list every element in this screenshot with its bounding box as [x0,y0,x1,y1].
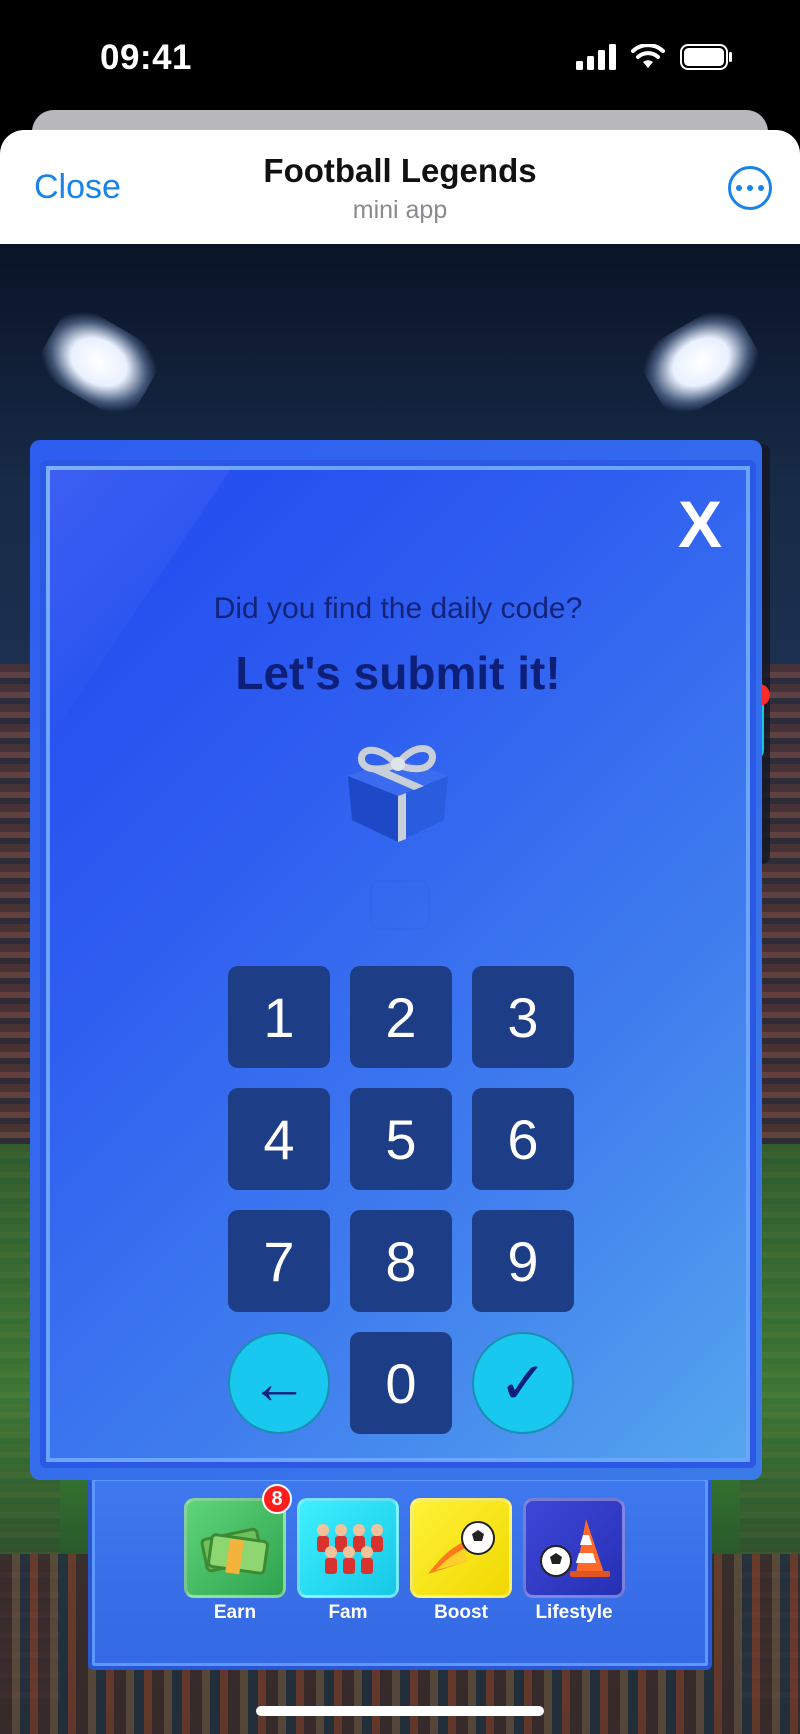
modal-headline: Let's submit it! [235,647,561,699]
signal-icon [576,44,616,70]
status-time: 09:41 [100,38,193,77]
key-6[interactable]: 6 [472,1088,574,1190]
app-title: Football Legends [263,152,537,189]
nav-label-earn: Earn [213,1602,257,1623]
wifi-icon [631,44,665,68]
status-bar: 09:41 [0,0,800,118]
floodlight-left [31,299,167,425]
key-4[interactable]: 4 [228,1088,330,1190]
status-icons [576,44,734,70]
nav-label-boost: Boost [434,1602,488,1623]
key-0[interactable]: 0 [350,1332,452,1434]
key-1[interactable]: 1 [228,966,330,1068]
key-7[interactable]: 7 [228,1210,330,1312]
app-subtitle: mini app [352,196,448,224]
backspace-button[interactable]: ← [228,1332,330,1434]
modal-gloss [46,466,286,806]
key-5[interactable]: 5 [350,1088,452,1190]
earn-badge: 8 [262,1484,292,1514]
team-icon [297,1498,399,1598]
key-9[interactable]: 9 [472,1210,574,1312]
submit-button[interactable]: ✓ [472,1332,574,1434]
bottom-nav: 8 Earn Fam Boost Lifestyle [88,1474,712,1670]
mini-app-header: Close Football Legends mini app [0,130,800,244]
battery-icon [680,44,732,70]
nav-item-lifestyle[interactable]: Lifestyle [523,1498,625,1624]
home-indicator[interactable] [256,1706,544,1716]
nav-label-lifestyle: Lifestyle [535,1602,613,1623]
key-2[interactable]: 2 [350,966,452,1068]
key-8[interactable]: 8 [350,1210,452,1312]
keypad: 1 2 3 4 5 6 7 8 9 ← 0 ✓ [228,966,574,1434]
nav-item-earn[interactable]: 8 Earn [184,1484,292,1624]
nav-item-boost[interactable]: Boost [410,1498,512,1624]
daily-code-modal: X Did you find the daily code? Let's sub… [40,460,756,1468]
floodlight-right [633,299,769,425]
modal-prompt: Did you find the daily code? [213,592,583,625]
more-options-icon[interactable] [728,166,772,210]
code-input-slot[interactable] [370,880,430,930]
fireball-icon [410,1498,512,1598]
gift-icon [348,745,448,842]
nav-label-fam: Fam [328,1602,368,1623]
key-3[interactable]: 3 [472,966,574,1068]
modal-close-button[interactable]: X [678,486,722,562]
nav-item-fam[interactable]: Fam [297,1498,399,1624]
cone-ball-icon [523,1498,625,1598]
